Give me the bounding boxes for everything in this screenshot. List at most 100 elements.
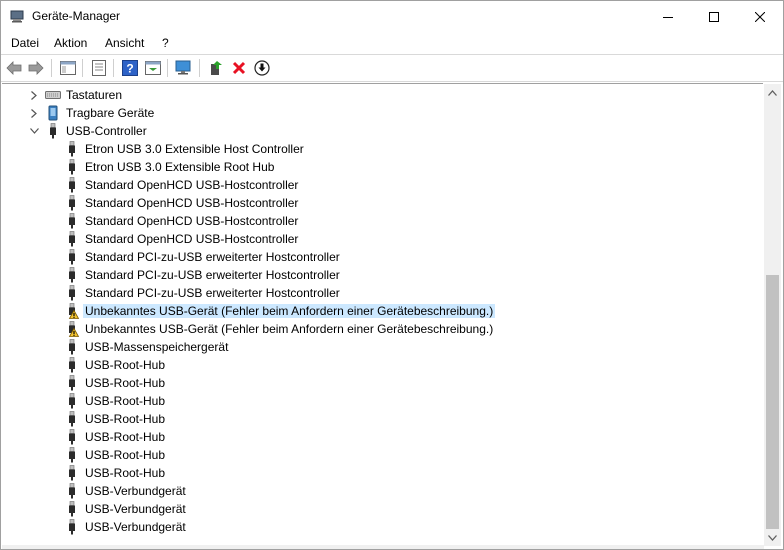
update-driver-icon — [211, 61, 222, 75]
window-title: Geräte-Manager — [32, 9, 121, 23]
menu-help[interactable]: ? — [162, 36, 169, 50]
device-row[interactable]: Standard OpenHCD USB-Hostcontroller — [2, 230, 763, 248]
device-row-warning[interactable]: Unbekanntes USB-Gerät (Fehler beim Anfor… — [2, 320, 763, 338]
device-row[interactable]: Etron USB 3.0 Extensible Root Hub — [2, 158, 763, 176]
category-row[interactable]: USB-Controller — [2, 122, 763, 140]
category-label: Tastaturen — [66, 88, 123, 102]
expand-toggle[interactable] — [29, 90, 39, 100]
properties-icon — [92, 60, 106, 76]
horizontal-scrollbar[interactable] — [2, 545, 764, 549]
usb-device-icon — [69, 447, 75, 463]
chevron-down-icon — [768, 534, 777, 541]
device-row[interactable]: USB-Verbundgerät — [2, 500, 763, 518]
device-label: Etron USB 3.0 Extensible Root Hub — [85, 160, 275, 174]
device-label: USB-Verbundgerät — [85, 520, 186, 534]
title-bar[interactable]: Geräte-Manager — [1, 1, 783, 32]
show-hide-tree-button[interactable] — [58, 58, 78, 78]
menu-datei[interactable]: Datei — [11, 36, 39, 50]
warning-device-icon — [68, 321, 80, 337]
usb-device-icon — [69, 285, 75, 301]
device-manager-window: Geräte-Manager Datei Aktion Ansicht ? ? … — [0, 0, 784, 550]
device-row[interactable]: USB-Root-Hub — [2, 446, 763, 464]
usb-device-icon — [69, 375, 75, 391]
category-label: Tragbare Geräte — [66, 106, 155, 120]
device-row[interactable]: USB-Root-Hub — [2, 464, 763, 482]
usb-device-icon — [69, 231, 75, 247]
device-row[interactable]: Standard PCI-zu-USB erweiterter Hostcont… — [2, 284, 763, 302]
menu-bar: Datei Aktion Ansicht ? — [1, 33, 783, 53]
device-row[interactable]: USB-Verbundgerät — [2, 482, 763, 500]
device-row-warning[interactable]: Unbekanntes USB-Gerät (Fehler beim Anfor… — [2, 302, 763, 320]
category-row[interactable]: Tastaturen — [2, 86, 763, 104]
usb-device-icon — [69, 483, 75, 499]
chevron-up-icon — [768, 89, 777, 96]
help-button[interactable]: ? — [120, 58, 140, 78]
device-row[interactable]: Standard OpenHCD USB-Hostcontroller — [2, 176, 763, 194]
device-label: USB-Root-Hub — [85, 430, 166, 444]
usb-device-icon — [69, 249, 75, 265]
portable-device-icon — [48, 105, 58, 121]
back-button[interactable] — [4, 58, 24, 78]
usb-device-icon — [69, 339, 75, 355]
back-arrow-icon — [6, 61, 22, 75]
expand-toggle[interactable] — [29, 126, 39, 136]
vertical-scrollbar[interactable] — [764, 84, 781, 546]
device-row[interactable]: Standard PCI-zu-USB erweiterter Hostcont… — [2, 266, 763, 284]
device-label: Standard OpenHCD USB-Hostcontroller — [85, 196, 299, 210]
device-label: Standard OpenHCD USB-Hostcontroller — [85, 178, 299, 192]
toolbar-separator — [82, 59, 83, 77]
scroll-up-button[interactable] — [764, 84, 781, 101]
device-tree[interactable]: Tastaturen Tragbare Geräte USB-Controller E… — [2, 83, 763, 546]
usb-device-icon — [69, 429, 75, 445]
update-driver-button[interactable] — [206, 58, 226, 78]
close-icon — [755, 11, 765, 22]
device-row[interactable]: USB-Root-Hub — [2, 410, 763, 428]
menu-aktion[interactable]: Aktion — [54, 36, 87, 50]
device-row[interactable]: USB-Root-Hub — [2, 392, 763, 410]
usb-device-icon — [69, 357, 75, 373]
console-tree-icon — [60, 61, 76, 75]
menu-ansicht[interactable]: Ansicht — [105, 36, 144, 50]
scan-hardware-button[interactable] — [174, 58, 194, 78]
expand-toggle[interactable] — [29, 108, 39, 118]
device-row[interactable]: USB-Verbundgerät — [2, 518, 763, 536]
disable-device-button[interactable] — [252, 58, 272, 78]
toolbar-separator — [167, 59, 168, 77]
device-label: USB-Root-Hub — [85, 394, 166, 408]
usb-device-icon — [69, 141, 75, 157]
device-label: USB-Verbundgerät — [85, 502, 186, 516]
device-label: USB-Root-Hub — [85, 466, 166, 480]
device-row[interactable]: Standard OpenHCD USB-Hostcontroller — [2, 194, 763, 212]
device-row[interactable]: USB-Massenspeichergerät — [2, 338, 763, 356]
category-row[interactable]: Tragbare Geräte — [2, 104, 763, 122]
usb-device-icon — [69, 393, 75, 409]
maximize-icon — [709, 11, 719, 22]
device-row[interactable]: USB-Root-Hub — [2, 356, 763, 374]
usb-device-icon — [69, 267, 75, 283]
minimize-icon — [663, 16, 673, 18]
action-view-button[interactable] — [143, 58, 163, 78]
uninstall-device-button[interactable] — [229, 58, 249, 78]
usb-device-icon — [69, 465, 75, 481]
minimize-button[interactable] — [645, 1, 691, 32]
device-row[interactable]: Standard OpenHCD USB-Hostcontroller — [2, 212, 763, 230]
device-label: Etron USB 3.0 Extensible Host Controller — [85, 142, 304, 156]
scroll-down-button[interactable] — [764, 529, 781, 546]
device-row[interactable]: Etron USB 3.0 Extensible Host Controller — [2, 140, 763, 158]
close-button[interactable] — [737, 1, 783, 32]
monitor-scan-icon — [175, 60, 191, 75]
device-label: USB-Root-Hub — [85, 412, 166, 426]
properties-button[interactable] — [89, 58, 109, 78]
device-label: Unbekanntes USB-Gerät (Fehler beim Anfor… — [85, 322, 494, 336]
usb-device-icon — [69, 213, 75, 229]
forward-button[interactable] — [26, 58, 46, 78]
usb-device-icon — [69, 195, 75, 211]
device-label: Unbekanntes USB-Gerät (Fehler beim Anfor… — [83, 304, 496, 318]
device-row[interactable]: USB-Root-Hub — [2, 374, 763, 392]
toolbar-separator — [113, 59, 114, 77]
chevron-right-icon — [31, 108, 37, 118]
scroll-thumb[interactable] — [766, 275, 779, 529]
device-row[interactable]: USB-Root-Hub — [2, 428, 763, 446]
device-row[interactable]: Standard PCI-zu-USB erweiterter Hostcont… — [2, 248, 763, 266]
maximize-button[interactable] — [691, 1, 737, 32]
